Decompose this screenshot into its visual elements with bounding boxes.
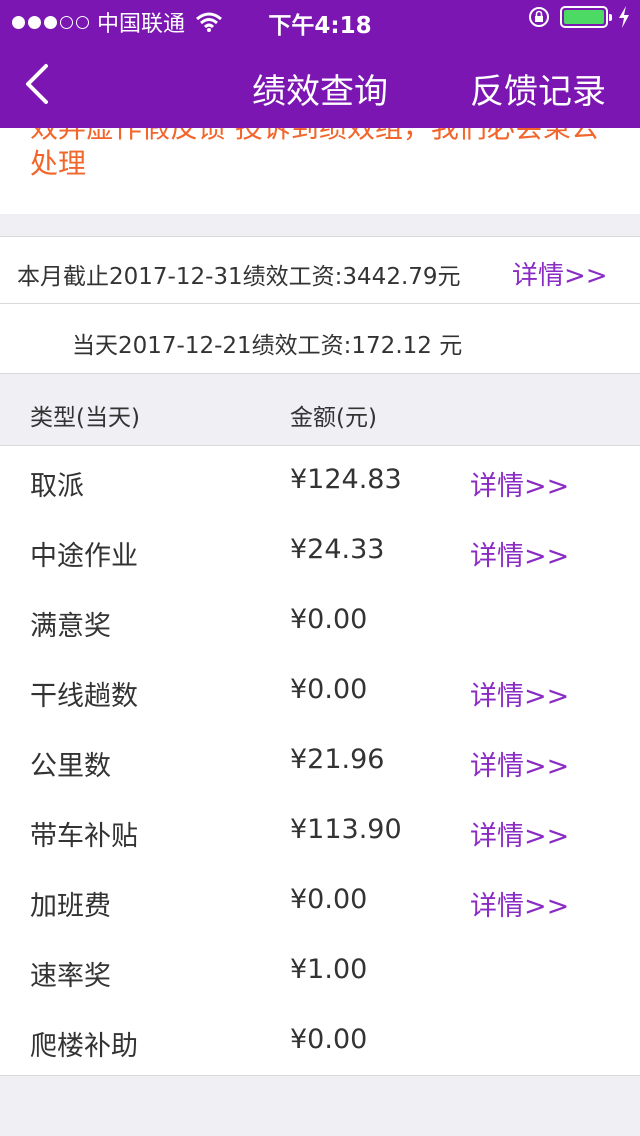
row-type: 公里数 <box>30 751 111 782</box>
row-amount: ¥21.96 <box>290 744 385 775</box>
table-header: 类型(当天) 金额(元) <box>0 374 640 446</box>
battery-fill <box>564 10 604 24</box>
notice-banner: 效弄虚作假反馈 投诉到绩效组，我们必会秉公处理 <box>0 128 640 214</box>
row-type: 中途作业 <box>30 541 138 572</box>
row-amount: ¥0.00 <box>290 1024 368 1055</box>
header-type: 类型(当天) <box>30 405 140 431</box>
row-type: 满意奖 <box>30 611 111 642</box>
row-type: 爬楼补助 <box>30 1031 138 1062</box>
header-amount: 金额(元) <box>290 405 377 431</box>
table-row: 加班费 ¥0.00 详情>> <box>0 866 640 936</box>
table-body: 取派 ¥124.83 详情>> 中途作业 ¥24.33 详情>> 满意奖 ¥0.… <box>0 446 640 1076</box>
row-amount: ¥0.00 <box>290 884 368 915</box>
table-row: 取派 ¥124.83 详情>> <box>0 446 640 516</box>
row-type: 速率奖 <box>30 961 111 992</box>
today-summary-row: 当天2017-12-21绩效工资:172.12 元 <box>0 304 640 374</box>
status-bar: 中国联通 下午4:18 <box>0 0 640 40</box>
row-amount: ¥1.00 <box>290 954 368 985</box>
row-type: 加班费 <box>30 891 111 922</box>
row-detail-link[interactable]: 详情>> <box>470 814 569 853</box>
row-type: 取派 <box>30 471 84 502</box>
feedback-records-button[interactable]: 反馈记录 <box>470 64 606 113</box>
month-summary-label: 本月截止2017-12-31绩效工资:3442.79元 <box>17 264 461 290</box>
row-detail-link[interactable]: 详情>> <box>470 534 569 573</box>
month-detail-link[interactable]: 详情>> <box>512 255 608 292</box>
table-row: 速率奖 ¥1.00 <box>0 936 640 1006</box>
row-detail-link[interactable]: 详情>> <box>470 744 569 783</box>
notice-text: 效弄虚作假反馈 投诉到绩效组，我们必会秉公处理 <box>30 128 599 180</box>
charging-icon <box>619 6 629 28</box>
table-row: 公里数 ¥21.96 详情>> <box>0 726 640 796</box>
table-row: 满意奖 ¥0.00 <box>0 586 640 656</box>
row-amount: ¥0.00 <box>290 604 368 635</box>
row-amount: ¥124.83 <box>290 464 402 495</box>
month-summary-row: 本月截止2017-12-31绩效工资:3442.79元 详情>> <box>0 236 640 304</box>
table-row: 干线趟数 ¥0.00 详情>> <box>0 656 640 726</box>
row-detail-link[interactable]: 详情>> <box>470 884 569 923</box>
status-right <box>528 6 630 28</box>
row-detail-link[interactable]: 详情>> <box>470 674 569 713</box>
nav-bar: 绩效查询 反馈记录 <box>0 40 640 128</box>
table-row: 爬楼补助 ¥0.00 <box>0 1006 640 1076</box>
row-detail-link[interactable]: 详情>> <box>470 464 569 503</box>
rotation-lock-icon <box>529 7 549 27</box>
today-summary-label: 当天2017-12-21绩效工资:172.12 元 <box>72 333 463 359</box>
battery-icon <box>560 6 612 28</box>
row-amount: ¥0.00 <box>290 674 368 705</box>
table-row: 带车补贴 ¥113.90 详情>> <box>0 796 640 866</box>
row-amount: ¥24.33 <box>290 534 385 565</box>
table-row: 中途作业 ¥24.33 详情>> <box>0 516 640 586</box>
row-type: 干线趟数 <box>30 681 138 712</box>
row-type: 带车补贴 <box>30 821 138 852</box>
row-amount: ¥113.90 <box>290 814 402 845</box>
